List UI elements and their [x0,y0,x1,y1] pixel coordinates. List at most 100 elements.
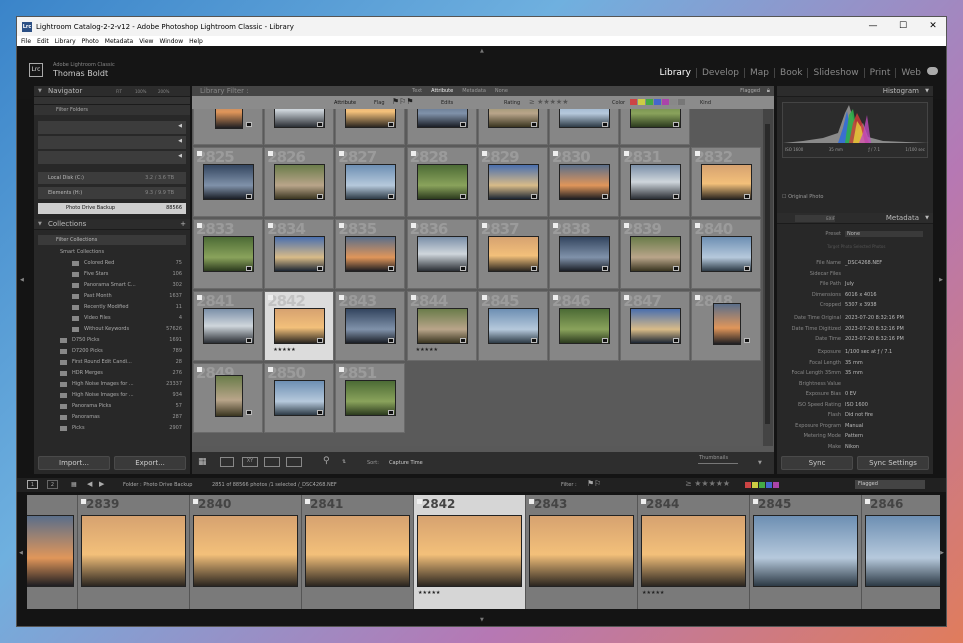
metadata-value[interactable]: July [845,281,854,287]
pick-checkbox[interactable] [268,367,274,372]
grid-cell[interactable]: 2846 [549,291,619,361]
grid-cell[interactable] [549,109,619,145]
pick-checkbox[interactable] [624,151,630,156]
metadata-value[interactable]: 0 EV [845,391,856,397]
pick-checkbox[interactable] [753,499,758,504]
rating-filter-stars[interactable]: ≥ ★★★★★ [685,479,730,488]
pick-checkbox[interactable] [529,499,534,504]
grid-cell[interactable]: 2827 [335,147,406,217]
collection-item[interactable]: First Round Edit Candi... 28 [34,357,190,368]
sync-settings-button[interactable]: Sync Settings [857,456,929,470]
metadata-value[interactable]: 1/100 sec at ƒ / 7.1 [845,349,892,355]
compare-view-icon[interactable]: XY [242,457,258,467]
pick-checkbox[interactable] [695,151,701,156]
menu-file[interactable]: File [21,38,31,45]
filmstrip-thumbnail[interactable] [81,515,186,587]
grid-view-icon[interactable]: ▦ [198,457,207,467]
original-photo-toggle[interactable]: ☐ Original Photo [782,194,824,200]
metadata-value[interactable]: Manual [845,423,863,429]
grid-cell[interactable]: 2844 ★★★★★ [406,291,477,361]
menu-edit[interactable]: Edit [37,38,49,45]
histogram-header[interactable]: Histogram ▼ [777,86,933,97]
pick-checkbox[interactable] [410,295,416,300]
grid-cell[interactable]: 2849 [193,363,263,433]
pick-checkbox[interactable] [695,223,701,228]
filmstrip-cell[interactable]: 2843 [526,495,638,609]
folder-slot[interactable]: ◀ [38,121,186,134]
star-rating[interactable]: ★★★★★ [418,590,440,596]
pick-checkbox[interactable] [481,223,487,228]
collapse-top-arrow-icon[interactable]: ▲ [480,48,484,54]
filter-tab-attribute[interactable]: Attribute [431,88,453,94]
filter-tab-text[interactable]: Text [412,88,422,94]
filmstrip-thumbnail[interactable] [865,515,940,587]
grid-cell[interactable]: 2847 [620,291,691,361]
metadata-value[interactable]: 2023-07-20 8:32:16 PM [845,326,904,332]
collection-item[interactable]: Colored Red 75 [34,258,190,269]
pick-checkbox[interactable] [481,151,487,156]
module-library[interactable]: Library [654,68,697,78]
spray-can-icon[interactable]: ⚲ [323,456,330,466]
grid-cell[interactable]: 2843 [335,291,406,361]
pick-checkbox[interactable] [339,223,345,228]
filmstrip-filter-select[interactable]: Flagged [855,480,925,489]
import-button[interactable]: Import... [38,456,110,470]
pick-checkbox[interactable] [197,223,202,228]
module-web[interactable]: Web [896,68,926,78]
collection-item[interactable]: D7200 Picks 789 [34,346,190,357]
collection-item[interactable]: High Noise Images for ... 23337 [34,379,190,390]
smart-collections-set[interactable]: Smart Collections [34,247,190,258]
pick-checkbox[interactable] [410,223,416,228]
grid-cell[interactable] [620,109,691,145]
metadata-value[interactable]: 35 mm [845,370,863,376]
selected-photos-tab[interactable]: Selected Photos [853,244,885,249]
collection-item[interactable]: D750 Picks 1691 [34,335,190,346]
pick-checkbox[interactable] [624,223,630,228]
pick-checkbox[interactable] [193,499,198,504]
minimize-button[interactable]: — [858,17,888,36]
pick-checkbox[interactable] [695,295,701,300]
collection-item[interactable]: High Noise Images for ... 934 [34,390,190,401]
maximize-button[interactable]: ☐ [888,17,918,36]
grid-cell[interactable]: 2834 [264,219,335,289]
grid-cell[interactable]: 2838 [549,219,619,289]
flag-filter-icons[interactable]: ⚑⚐ [587,479,601,488]
menu-help[interactable]: Help [189,38,203,45]
menu-window[interactable]: Window [159,38,183,45]
people-view-icon[interactable] [286,457,302,467]
grid-cell[interactable] [335,109,406,145]
metadata-header[interactable]: EXIF Metadata ▼ [777,213,933,224]
filmstrip-cell[interactable]: 2842 ★★★★★ [414,495,526,609]
grid-cell[interactable]: 2839 [620,219,691,289]
pick-checkbox[interactable] [553,151,558,156]
pick-checkbox[interactable] [268,295,274,300]
volume-c[interactable]: Local Disk (C:) 3.2 / 3.6 TB [38,172,186,184]
pick-checkbox[interactable] [81,499,86,504]
collection-item[interactable]: Video Files 4 [34,313,190,324]
zoom-100[interactable]: 100% [135,86,146,97]
photo-thumbnail[interactable] [713,303,742,345]
grid-cell[interactable]: 2845 [477,291,548,361]
grid-icon[interactable]: ▦ [71,481,77,488]
folder-slot[interactable]: ◀ [38,136,186,149]
left-panel-toggle-icon[interactable]: ◀ [20,277,24,283]
menu-photo[interactable]: Photo [82,38,99,45]
photo-thumbnail[interactable] [215,109,243,129]
rating-stars[interactable]: ≥ ★★★★★ [529,98,568,106]
metadata-value[interactable]: 35 mm [845,360,863,366]
folder-photo-drive-backup[interactable]: Photo Drive Backup 88566 [38,203,186,214]
right-panel-toggle-icon[interactable]: ▶ [939,277,943,283]
star-rating[interactable]: ★★★★★ [273,347,295,353]
sync-metadata-button[interactable]: Sync [781,456,853,470]
grid-cell[interactable]: 2825 [193,147,263,217]
close-button[interactable]: ✕ [918,17,946,36]
pick-checkbox[interactable] [339,151,345,156]
metadata-value[interactable]: Pattern [845,433,863,439]
module-book[interactable]: Book [775,68,809,78]
module-slideshow[interactable]: Slideshow [808,68,865,78]
grid-cell[interactable]: 2832 [691,147,761,217]
pick-checkbox[interactable] [553,295,558,300]
grid-cell[interactable]: 2842 ★★★★★ [264,291,335,361]
forward-arrow-icon[interactable]: ▶ [99,480,104,488]
module-map[interactable]: Map [745,68,776,78]
